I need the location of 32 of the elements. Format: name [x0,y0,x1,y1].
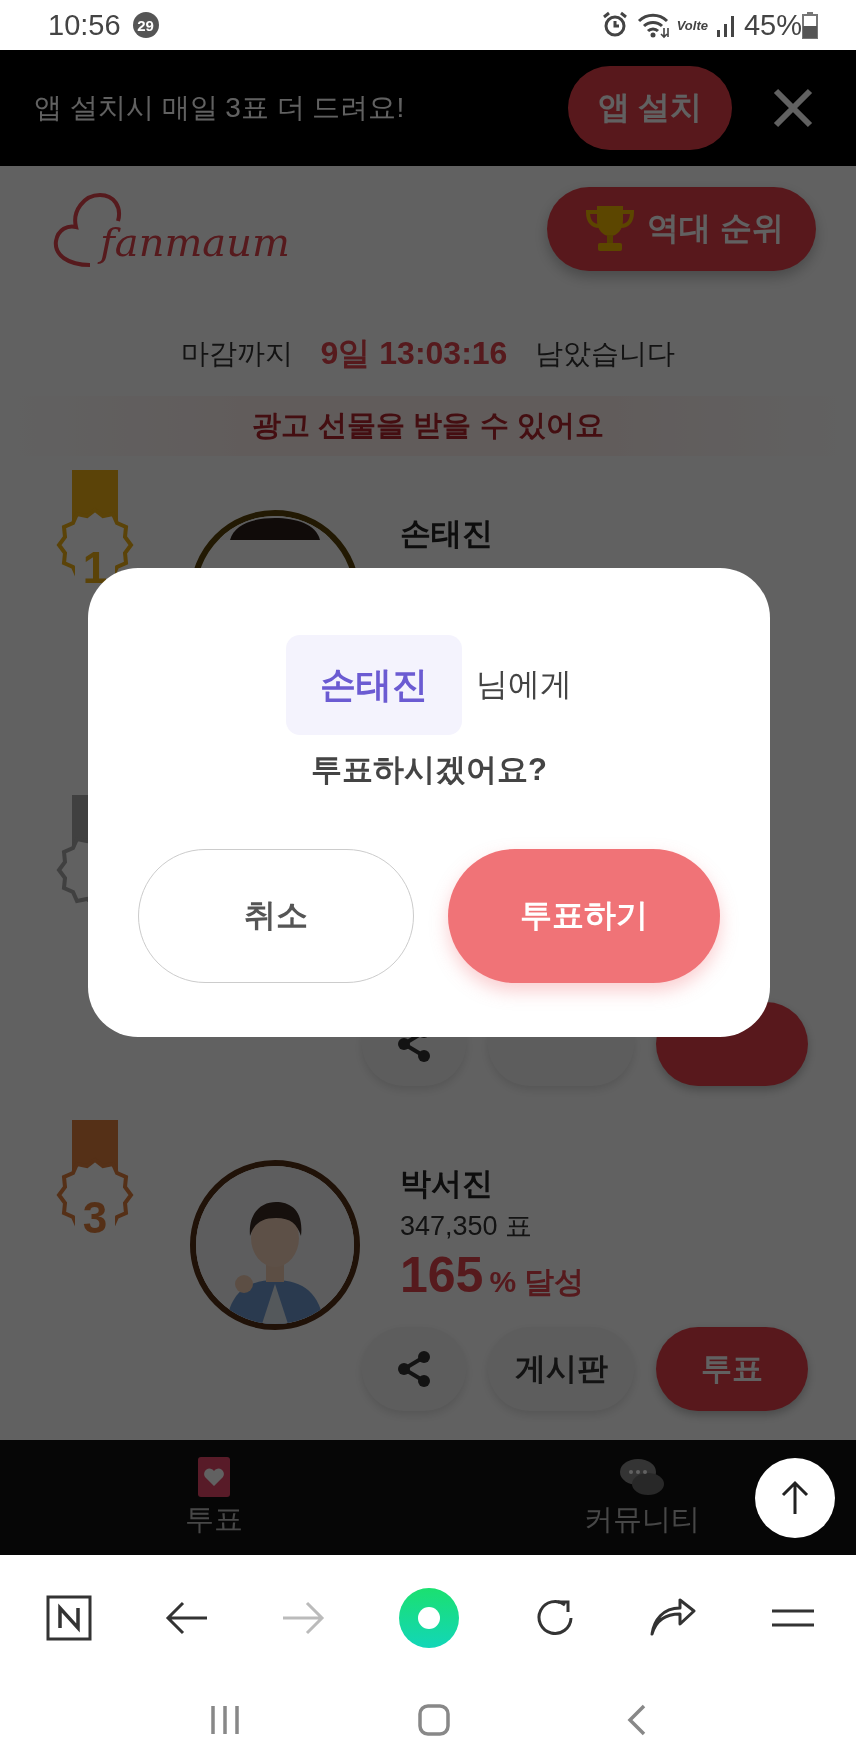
up-arrow-icon [780,1480,810,1516]
achievement-percent: 165 [400,1246,484,1304]
n-logo-icon[interactable] [46,1594,92,1641]
dialog-text: 님에게 [476,665,572,704]
install-promo-text: 앱 설치시 매일 3표 더 드려요! [34,91,406,125]
vote-count: 347,350 표 [400,1210,533,1243]
battery-percent: 45% [743,8,802,42]
network-label: Volte [676,17,708,33]
all-time-ranking-button[interactable]: 역대 순위 [547,187,816,271]
notification-count-badge: 29 [132,12,159,38]
countdown-label: 남았습니다 [535,337,676,371]
artist-name-chip: 손태진 [286,635,462,735]
share-arrow-icon[interactable] [649,1597,698,1638]
dialog-question: 투표하시겠어요? [311,751,547,789]
board-button[interactable]: 게시판 [488,1326,634,1411]
countdown-time: 9일 13:03:16 [320,334,508,373]
wifi-icon [636,11,671,39]
battery-icon [802,11,818,39]
countdown-label: 마감까지 [180,337,293,371]
cancel-button[interactable]: 취소 [138,849,414,983]
home-icon[interactable] [417,1703,451,1737]
clock-time: 10:56 [48,8,121,42]
close-icon[interactable] [772,87,814,129]
achievement-label: % 달성 [489,1264,585,1300]
confirm-vote-button[interactable]: 투표하기 [448,849,720,983]
install-app-button[interactable]: 앱 설치 [568,66,732,150]
nav-tab[interactable]: 투표 [0,1440,428,1555]
alarm-icon [600,11,629,39]
artist-name: 손태진 [400,515,493,553]
artist-name: 박서진 [400,1165,493,1203]
back-arrow-icon[interactable] [164,1599,209,1636]
vote-button[interactable]: 투표 [656,1326,808,1411]
